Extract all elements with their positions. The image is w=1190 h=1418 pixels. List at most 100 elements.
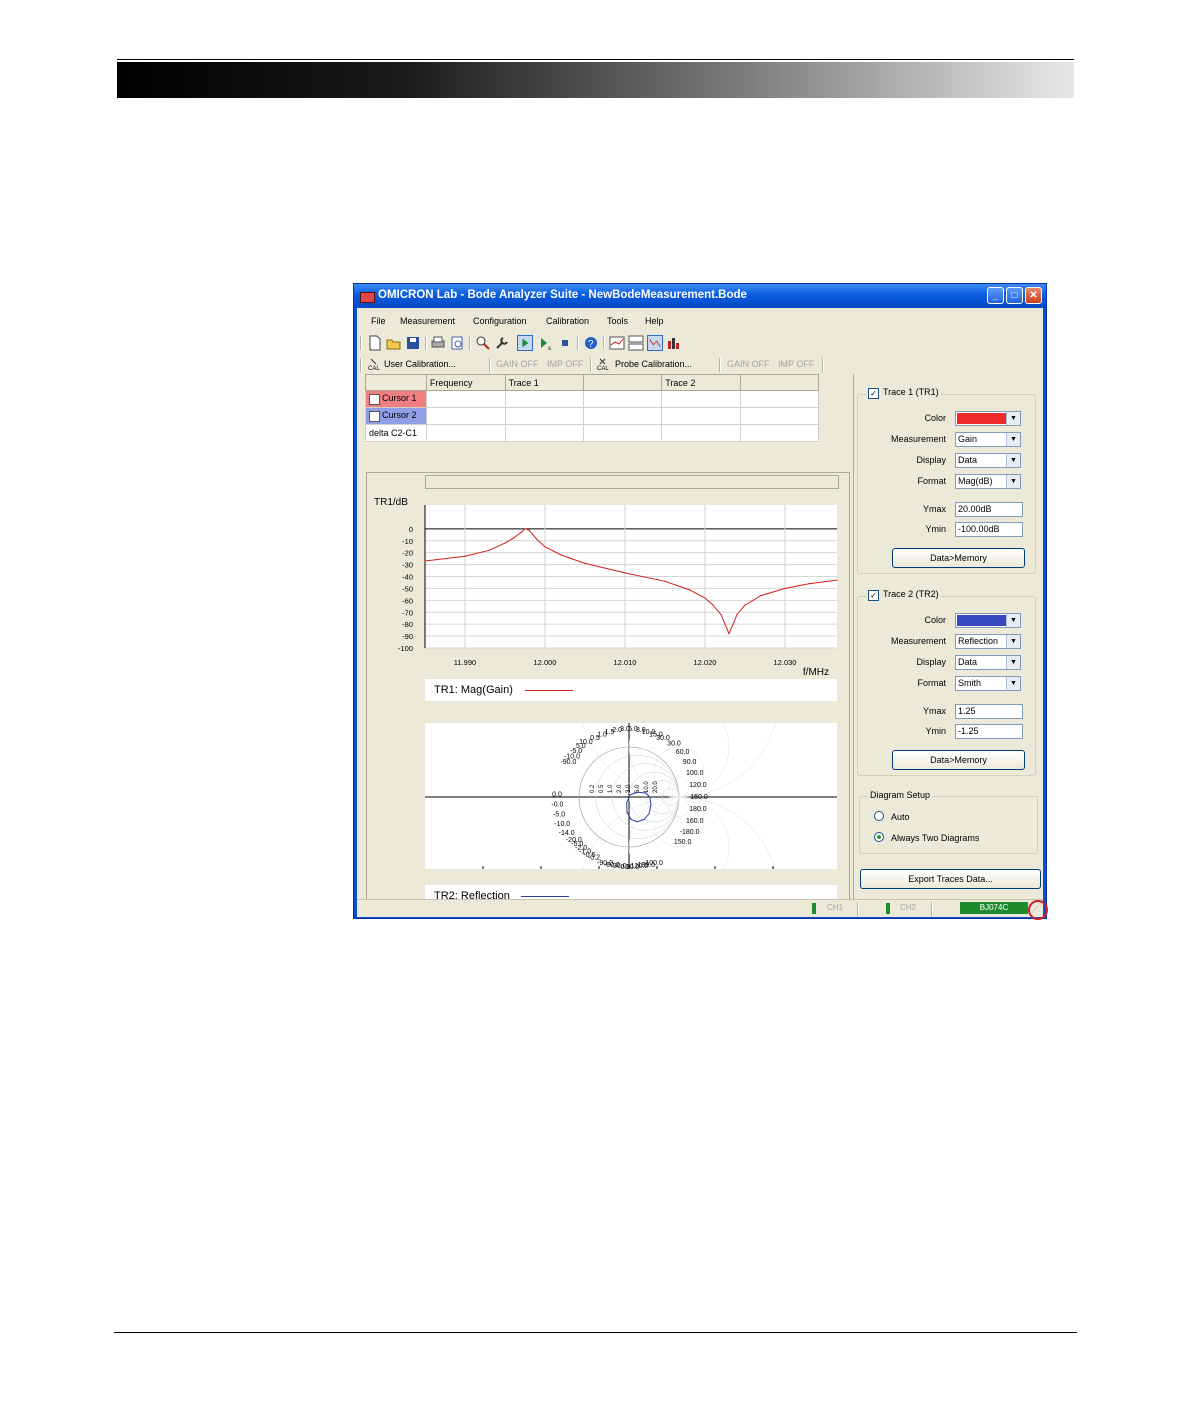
trace2-measurement-select[interactable]: Reflection ▼ <box>955 634 1021 649</box>
tr1-data-point <box>560 554 562 556</box>
cursor2-checkbox[interactable] <box>369 410 380 422</box>
gain-off-indicator-2: GAIN OFF <box>727 359 770 369</box>
trace2-ymin-input[interactable]: -1.25 <box>955 724 1023 739</box>
trace2-title[interactable]: ✓ Trace 2 (TR2) <box>866 589 941 601</box>
tr1-data-point <box>724 623 726 625</box>
trace1-color-select[interactable]: ▼ <box>955 411 1021 426</box>
tr2-data-point <box>630 818 632 820</box>
radio-auto-icon[interactable] <box>874 811 884 821</box>
trace2-color-label: Color <box>924 615 946 625</box>
trace1-title[interactable]: ✓ Trace 1 (TR1) <box>866 387 941 399</box>
toolbar-grip <box>360 336 362 350</box>
svg-text:CAL: CAL <box>597 366 609 371</box>
title-bar[interactable]: OMICRON Lab - Bode Analyzer Suite - NewB… <box>354 284 1046 308</box>
trace1-format-value: Mag(dB) <box>958 476 993 486</box>
cursor1-checkbox[interactable] <box>369 393 380 405</box>
bar-view-icon[interactable] <box>666 335 682 351</box>
smith-right-label: 160.0 <box>686 818 704 825</box>
export-traces-data-button[interactable]: Export Traces Data... <box>860 869 1041 889</box>
radio-two-diagrams-icon[interactable] <box>874 832 884 842</box>
cursor1-cell[interactable]: Cursor 1 <box>365 390 427 408</box>
open-folder-icon[interactable] <box>386 335 402 351</box>
toolbar-separator <box>590 358 592 372</box>
tr1-data-point <box>520 531 522 534</box>
table-row: delta C2-C1 <box>365 424 820 442</box>
tr1-data-point <box>732 623 734 625</box>
chevron-down-icon: ▼ <box>1006 677 1020 690</box>
stop-icon[interactable] <box>557 335 573 351</box>
play-icon[interactable] <box>517 335 533 351</box>
tr1-data-point <box>424 560 426 562</box>
y-tick-label: -80 <box>402 620 413 629</box>
trace2-color-select[interactable]: ▼ <box>955 613 1021 628</box>
smith-right-label: 120.0 <box>689 782 707 789</box>
trace2-format-select[interactable]: Smith ▼ <box>955 676 1021 691</box>
smith-left-label: -14.0 <box>559 830 575 837</box>
trace2-ymax-input[interactable]: 1.25 <box>955 704 1023 719</box>
print-preview-icon[interactable] <box>449 335 465 351</box>
help-icon[interactable]: ? <box>583 335 599 351</box>
print-icon[interactable] <box>430 335 446 351</box>
x-tick-label: 12.010 <box>614 658 637 667</box>
tr1-data-point <box>464 555 466 557</box>
chart-view-icon[interactable] <box>647 335 663 351</box>
probe-calibration-button[interactable]: Probe Calibration... <box>615 359 692 369</box>
table-cell <box>739 407 820 425</box>
single-sweep-icon[interactable]: s <box>538 335 554 351</box>
menu-calibration[interactable]: Calibration <box>546 316 589 326</box>
menu-configuration[interactable]: Configuration <box>473 316 527 326</box>
trace2-data-to-memory-button[interactable]: Data>Memory <box>892 750 1025 770</box>
table-cell <box>583 424 663 442</box>
trace1-format-select[interactable]: Mag(dB) ▼ <box>955 474 1021 489</box>
trace2-measurement-label: Measurement <box>890 636 946 646</box>
user-calibration-button[interactable]: User Calibration... <box>384 359 456 369</box>
y-tick-label: -10 <box>402 537 413 546</box>
new-file-icon[interactable] <box>367 335 383 351</box>
cursor2-cell[interactable]: Cursor 2 <box>365 407 427 425</box>
maximize-button[interactable]: □ <box>1006 287 1023 304</box>
smith-chart[interactable]: 0.51.01.52.03.05.08.010.015.030.0-90.0-1… <box>425 723 837 869</box>
tr2-data-point <box>629 794 631 796</box>
minimize-button[interactable]: _ <box>987 287 1004 304</box>
tr2-data-point <box>626 802 628 804</box>
tr2-data-point <box>650 804 652 806</box>
menu-file[interactable]: File <box>371 316 386 326</box>
trace1-ymin-input[interactable]: -100.00dB <box>955 522 1023 537</box>
gain-chart[interactable]: TR1/dB 0 -10 -20 -30 -40 -50 -60 -70 -80 -90 -100 11… <box>367 495 849 677</box>
table-cell <box>425 424 506 442</box>
close-button[interactable]: ✕ <box>1025 287 1042 304</box>
smith-row-label: 20.0 <box>653 781 659 793</box>
imp-off-indicator: IMP OFF <box>547 359 584 369</box>
menu-help[interactable]: Help <box>645 316 664 326</box>
smith-right-label: 150.0 <box>690 794 708 801</box>
menu-measurement[interactable]: Measurement <box>400 316 455 326</box>
ch2-status: CH2 <box>900 903 917 912</box>
trace2-display-select[interactable]: Data ▼ <box>955 655 1021 670</box>
two-diagrams-icon[interactable] <box>628 335 644 351</box>
tr2-data-point <box>643 818 645 820</box>
trace1-color-label: Color <box>924 413 946 423</box>
radio-always-two-diagrams[interactable]: Always Two Diagrams <box>874 832 979 843</box>
trace1-ymax-input[interactable]: 20.00dB <box>955 502 1023 517</box>
tr1-data-point <box>528 529 530 531</box>
radio-auto[interactable]: Auto <box>874 811 910 822</box>
svg-text:CAL: CAL <box>368 366 380 371</box>
status-bar: CH1 CH2 BJ074C ⋰ <box>357 899 1043 917</box>
trace1-data-to-memory-button[interactable]: Data>Memory <box>892 548 1025 568</box>
save-icon[interactable] <box>405 335 421 351</box>
trace1-measurement-select[interactable]: Gain ▼ <box>955 432 1021 447</box>
trace1-checkbox[interactable]: ✓ <box>868 388 879 399</box>
ch2-led <box>886 903 890 914</box>
trace2-ymin-label: Ymin <box>925 726 946 736</box>
x-tick-label: 11.990 <box>454 658 476 667</box>
trace1-display-select[interactable]: Data ▼ <box>955 453 1021 468</box>
trace2-checkbox[interactable]: ✓ <box>868 590 879 601</box>
single-diagram-icon[interactable] <box>609 335 625 351</box>
tr1-data-point <box>736 614 738 616</box>
trace1-measurement-label: Measurement <box>890 434 946 444</box>
menu-tools[interactable]: Tools <box>607 316 628 326</box>
toolbar-separator <box>425 336 427 350</box>
trace2-ymax-label: Ymax <box>922 706 946 716</box>
wrench-icon[interactable] <box>494 335 510 351</box>
zoom-icon[interactable] <box>475 335 491 351</box>
